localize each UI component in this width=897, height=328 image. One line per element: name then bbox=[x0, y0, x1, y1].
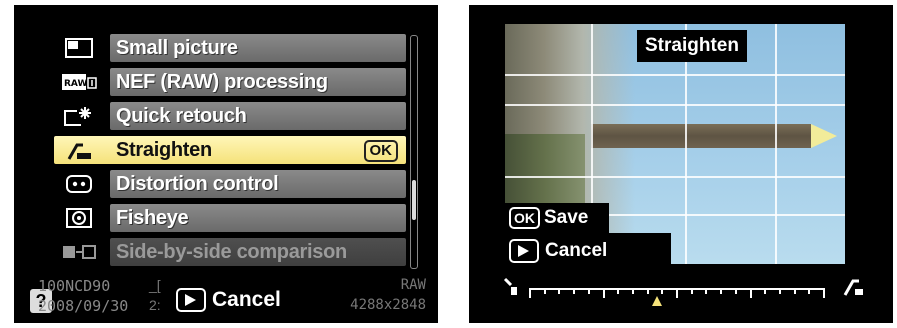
ruler-tick bbox=[808, 288, 811, 294]
save-label: Save bbox=[544, 207, 589, 228]
straighten-editor-screen: Straighten OK Save Cancel bbox=[469, 5, 893, 323]
image-size-label: 4288x2848 bbox=[350, 297, 426, 313]
folder-file-label: 100NCD90 bbox=[38, 277, 111, 295]
grid-line bbox=[505, 74, 845, 76]
status-fragment-top: _[ bbox=[149, 277, 161, 293]
rotate-left-icon[interactable] bbox=[501, 275, 523, 297]
quick-retouch-icon bbox=[54, 101, 104, 131]
menu-item-quick-retouch[interactable]: Quick retouch bbox=[54, 101, 406, 131]
cancel-label: Cancel bbox=[545, 240, 608, 261]
cancel-button[interactable]: Cancel bbox=[505, 233, 671, 269]
ok-badge: OK bbox=[363, 140, 398, 162]
scrollbar-thumb[interactable] bbox=[412, 180, 416, 220]
ruler-tick bbox=[793, 288, 796, 294]
ruler-tick bbox=[631, 288, 634, 294]
menu-item-label: NEF (RAW) processing bbox=[116, 71, 328, 93]
menu-item-label: Quick retouch bbox=[116, 105, 247, 127]
rotation-indicator[interactable] bbox=[652, 296, 662, 306]
fisheye-icon bbox=[54, 203, 104, 233]
cancel-label: Cancel bbox=[212, 288, 281, 311]
status-fragment-bottom: 2: bbox=[149, 297, 161, 313]
menu-item-straighten[interactable]: Straighten OK bbox=[54, 135, 406, 165]
retouch-menu-list: Small picture RAW NEF (RAW) processing Q… bbox=[54, 33, 406, 271]
photo-obelisk bbox=[591, 124, 811, 148]
ruler-tick bbox=[543, 288, 546, 294]
grid-line bbox=[505, 176, 845, 178]
cancel-button[interactable]: Cancel bbox=[176, 285, 281, 315]
svg-text:RAW: RAW bbox=[64, 79, 87, 89]
distortion-icon bbox=[54, 169, 104, 199]
ruler-tick bbox=[676, 288, 678, 298]
menu-item-bar bbox=[54, 136, 406, 164]
menu-item-distortion-control[interactable]: Distortion control bbox=[54, 169, 406, 199]
ruler-tick bbox=[529, 288, 531, 298]
ok-badge: OK bbox=[509, 207, 540, 229]
status-bar: ? 100NCD90 2008/09/30 _[ 2: Cancel RAW 4… bbox=[14, 271, 438, 323]
ruler-tick bbox=[764, 288, 767, 294]
ruler-tick bbox=[778, 288, 781, 294]
side-by-side-icon bbox=[54, 237, 104, 267]
straighten-icon bbox=[54, 135, 104, 165]
playback-icon bbox=[176, 288, 206, 312]
scrollbar-track[interactable] bbox=[410, 35, 418, 269]
menu-item-fisheye[interactable]: Fisheye bbox=[54, 203, 406, 233]
save-button[interactable]: OK Save bbox=[505, 203, 609, 233]
menu-item-label: Side-by-side comparison bbox=[116, 241, 347, 263]
ruler-tick bbox=[705, 288, 708, 294]
ruler-tick bbox=[573, 288, 576, 294]
ruler-tick bbox=[690, 288, 693, 294]
menu-item-side-by-side-comparison: Side-by-side comparison bbox=[54, 237, 406, 267]
menu-item-label: Distortion control bbox=[116, 173, 279, 195]
ruler-tick bbox=[617, 288, 620, 294]
menu-item-label: Straighten bbox=[116, 139, 212, 161]
menu-item-label: Fisheye bbox=[116, 207, 189, 229]
date-label: 2008/09/30 bbox=[38, 297, 129, 315]
ruler-tick bbox=[602, 288, 605, 298]
rotate-right-icon[interactable] bbox=[841, 275, 863, 297]
ruler-tick bbox=[646, 288, 649, 294]
ruler-tick bbox=[720, 288, 723, 294]
photo-obelisk-tip bbox=[811, 124, 837, 148]
ruler-tick bbox=[823, 288, 825, 298]
raw-processing-icon: RAW bbox=[54, 67, 104, 97]
grid-line bbox=[775, 24, 777, 264]
menu-item-small-picture[interactable]: Small picture bbox=[54, 33, 406, 63]
ruler-tick bbox=[587, 288, 590, 294]
menu-item-label: Small picture bbox=[116, 37, 238, 59]
screen-title: Straighten bbox=[637, 30, 747, 62]
small-picture-icon bbox=[54, 33, 104, 63]
ruler-tick bbox=[661, 288, 664, 294]
image-quality-label: RAW bbox=[400, 277, 426, 293]
ruler-tick bbox=[734, 288, 737, 294]
menu-item-nef-raw-processing[interactable]: RAW NEF (RAW) processing bbox=[54, 67, 406, 97]
grid-line bbox=[505, 104, 845, 106]
playback-icon bbox=[509, 239, 539, 263]
ruler-tick bbox=[749, 288, 752, 298]
ruler-tick bbox=[558, 288, 561, 294]
retouch-menu-screen: Small picture RAW NEF (RAW) processing Q… bbox=[14, 5, 438, 323]
